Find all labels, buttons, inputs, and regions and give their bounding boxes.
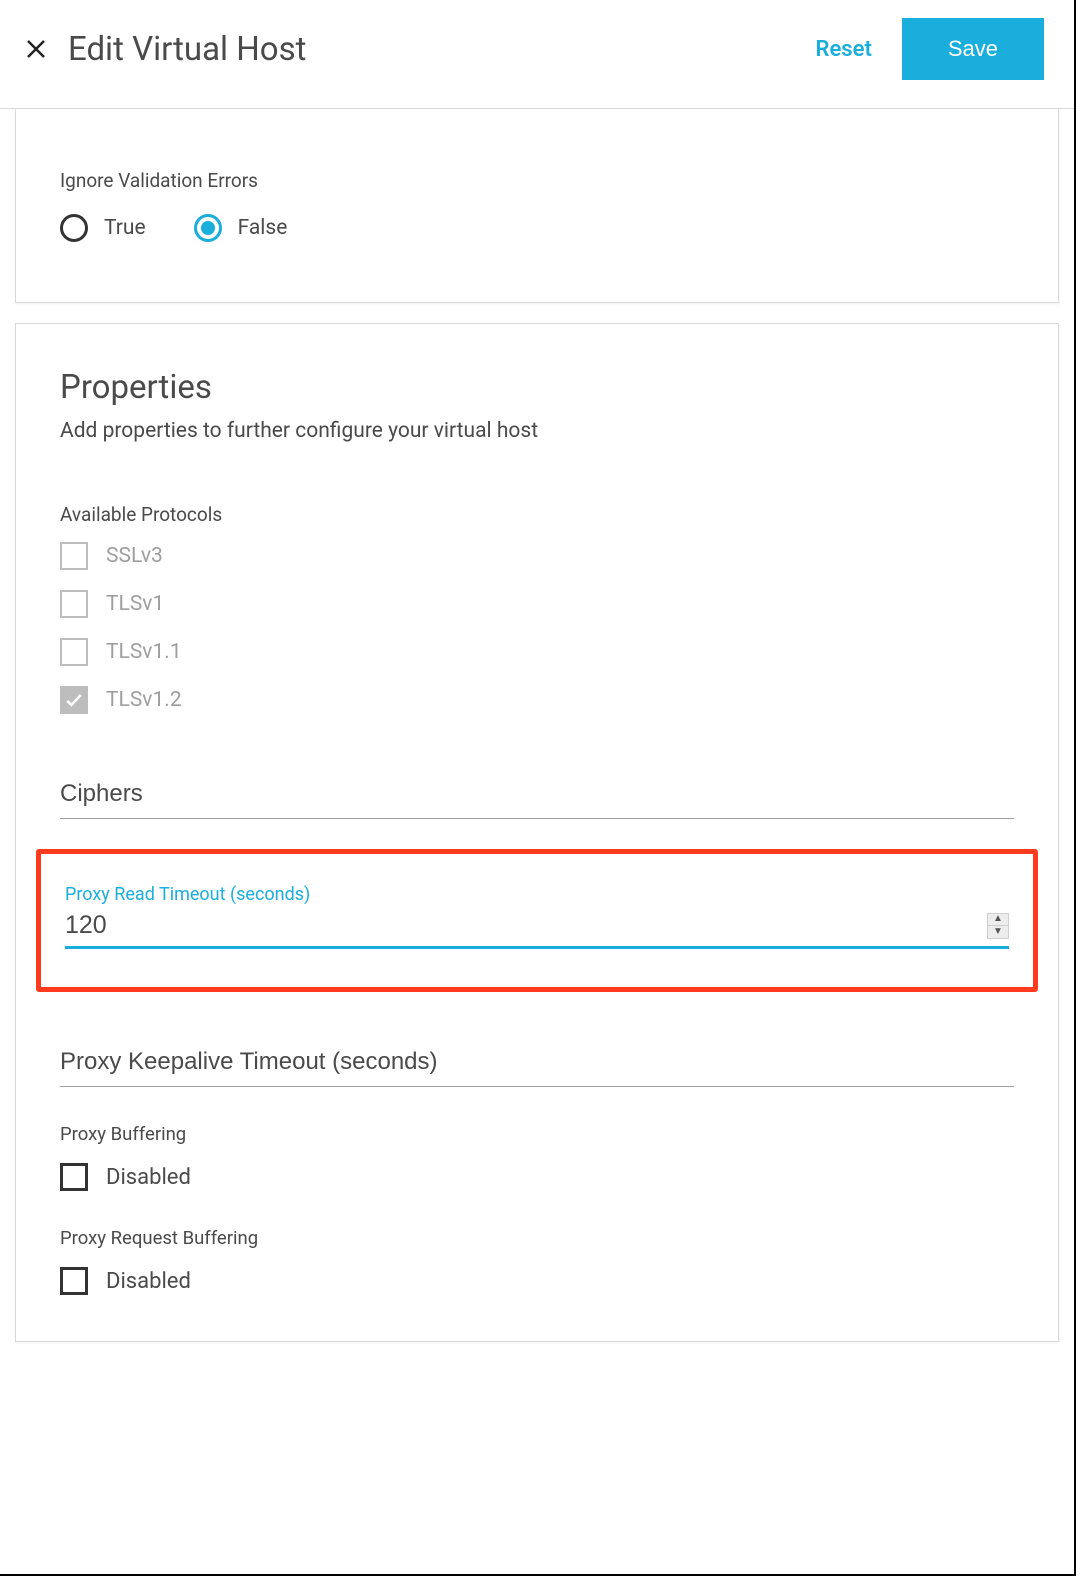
protocol-label: TLSv1 bbox=[106, 592, 164, 616]
number-stepper: ▲ ▼ bbox=[987, 913, 1009, 939]
proxy-request-buffering-block: Proxy Request Buffering Disabled bbox=[60, 1227, 1014, 1295]
radio-off-icon bbox=[60, 214, 88, 242]
proxy-read-timeout-field: ▲ ▼ bbox=[65, 911, 1009, 949]
checkbox-unchecked-icon bbox=[60, 1163, 88, 1191]
ciphers-input[interactable] bbox=[60, 774, 1014, 819]
protocols-list: SSLv3 TLSv1 TLSv1.1 TLSv1.2 bbox=[60, 542, 1014, 714]
dialog-title: Edit Virtual Host bbox=[68, 30, 815, 69]
proxy-buffering-label: Proxy Buffering bbox=[60, 1123, 1014, 1145]
properties-subheading: Add properties to further configure your… bbox=[60, 419, 1014, 443]
proxy-keepalive-field bbox=[60, 1042, 1014, 1087]
radio-true[interactable]: True bbox=[60, 214, 146, 242]
available-protocols-label: Available Protocols bbox=[60, 503, 1014, 526]
proxy-buffering-checkbox[interactable]: Disabled bbox=[60, 1163, 1014, 1191]
close-icon[interactable] bbox=[22, 35, 50, 63]
proxy-request-buffering-option-label: Disabled bbox=[106, 1269, 191, 1294]
proxy-read-timeout-highlight: Proxy Read Timeout (seconds) ▲ ▼ bbox=[36, 849, 1038, 992]
checkbox-checked-icon bbox=[60, 686, 88, 714]
proxy-buffering-option-label: Disabled bbox=[106, 1165, 191, 1190]
save-button[interactable]: Save bbox=[902, 18, 1044, 80]
radio-on-icon bbox=[194, 214, 222, 242]
checkbox-unchecked-icon bbox=[60, 542, 88, 570]
protocol-tlsv12[interactable]: TLSv1.2 bbox=[60, 686, 1014, 714]
proxy-request-buffering-checkbox[interactable]: Disabled bbox=[60, 1267, 1014, 1295]
checkbox-unchecked-icon bbox=[60, 590, 88, 618]
radio-false[interactable]: False bbox=[194, 214, 288, 242]
content-area: Ignore Validation Errors True False Prop… bbox=[0, 109, 1074, 1360]
checkbox-unchecked-icon bbox=[60, 638, 88, 666]
ignore-validation-radio-group: True False bbox=[60, 214, 1014, 242]
properties-card: Properties Add properties to further con… bbox=[15, 323, 1059, 1342]
ciphers-field bbox=[60, 774, 1014, 819]
ignore-validation-label: Ignore Validation Errors bbox=[60, 169, 1014, 192]
header-actions: Reset Save bbox=[815, 18, 1044, 80]
stepper-down-icon[interactable]: ▼ bbox=[988, 926, 1008, 938]
proxy-read-timeout-input[interactable] bbox=[65, 911, 987, 940]
validation-card: Ignore Validation Errors True False bbox=[15, 109, 1059, 303]
protocol-tlsv11[interactable]: TLSv1.1 bbox=[60, 638, 1014, 666]
protocol-label: TLSv1.2 bbox=[106, 688, 182, 712]
proxy-read-timeout-label: Proxy Read Timeout (seconds) bbox=[65, 884, 1009, 905]
reset-button[interactable]: Reset bbox=[815, 37, 871, 62]
radio-false-label: False bbox=[238, 216, 288, 240]
radio-true-label: True bbox=[104, 216, 146, 240]
properties-heading: Properties bbox=[60, 368, 1014, 407]
checkbox-unchecked-icon bbox=[60, 1267, 88, 1295]
stepper-up-icon[interactable]: ▲ bbox=[988, 914, 1008, 926]
protocol-label: TLSv1.1 bbox=[106, 640, 182, 664]
protocol-label: SSLv3 bbox=[106, 544, 163, 568]
proxy-request-buffering-label: Proxy Request Buffering bbox=[60, 1227, 1014, 1249]
protocol-sslv3[interactable]: SSLv3 bbox=[60, 542, 1014, 570]
dialog-header: Edit Virtual Host Reset Save bbox=[0, 0, 1074, 109]
proxy-buffering-block: Proxy Buffering Disabled bbox=[60, 1123, 1014, 1191]
proxy-keepalive-input[interactable] bbox=[60, 1042, 1014, 1087]
protocol-tlsv1[interactable]: TLSv1 bbox=[60, 590, 1014, 618]
